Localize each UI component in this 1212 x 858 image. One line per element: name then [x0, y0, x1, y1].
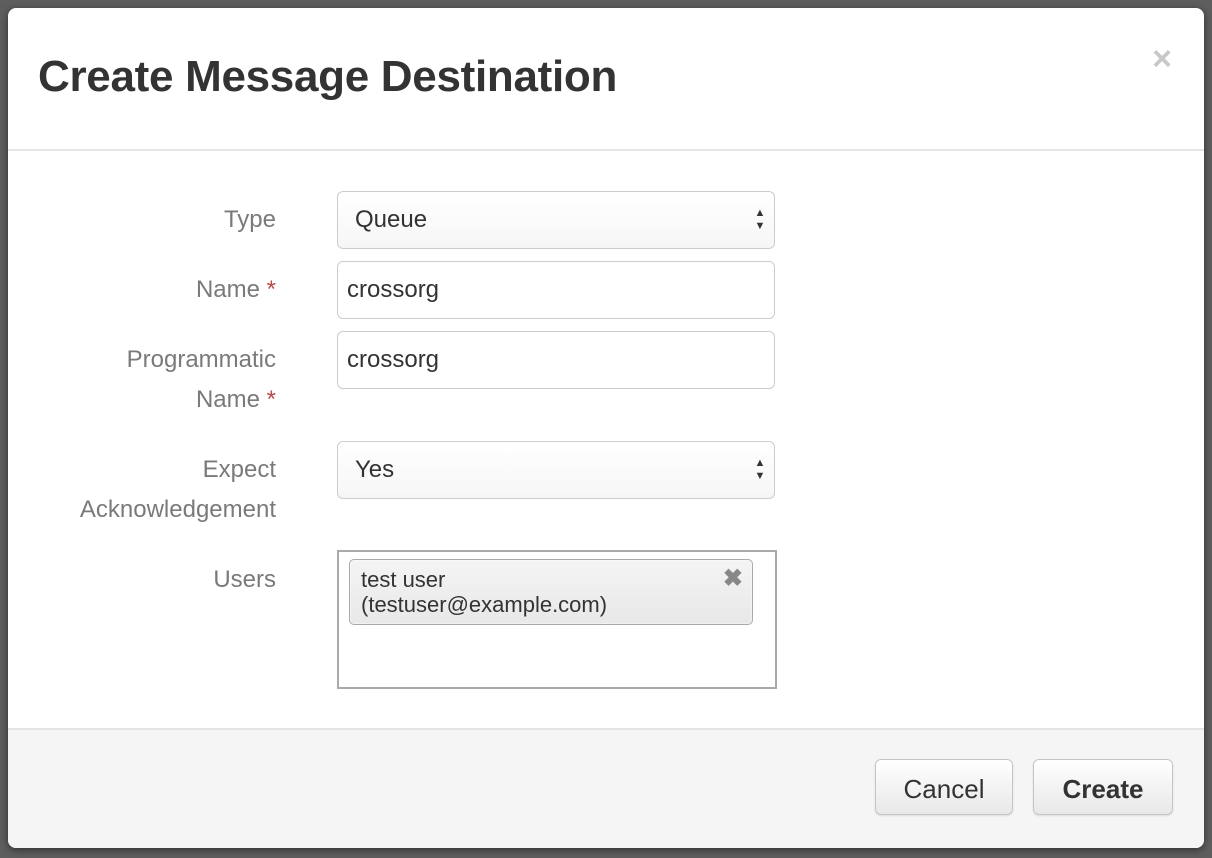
type-label: Type	[223, 206, 276, 233]
programmatic-name-label-line1: Programmatic	[126, 346, 276, 373]
cancel-button[interactable]: Cancel	[875, 759, 1013, 815]
required-mark: *	[266, 276, 276, 303]
expect-acknowledgement-label: Expect Acknowledgement	[8, 450, 276, 530]
type-select-value: Queue	[355, 206, 428, 233]
programmatic-name-label: Programmatic Name *	[16, 340, 276, 420]
up-down-arrows-icon: ▲ ▼	[754, 207, 766, 232]
user-name: test user	[361, 567, 446, 592]
user-tag: test user (testuser@example.com) ✖	[349, 559, 753, 625]
expect-ack-label-line2: Acknowledgement	[79, 496, 276, 523]
user-email: (testuser@example.com)	[361, 592, 608, 617]
modal-header: Create Message Destination ×	[8, 8, 1204, 151]
modal-title: Create Message Destination	[38, 52, 618, 101]
expect-ack-label-line1: Expect	[202, 456, 276, 483]
name-input-value: crossorg	[347, 276, 440, 303]
programmatic-name-input-value: crossorg	[347, 346, 440, 373]
name-label-text: Name	[195, 276, 260, 303]
expect-ack-select-value: Yes	[355, 456, 395, 483]
modal-footer: Cancel Create	[8, 728, 1204, 848]
name-input[interactable]: crossorg	[337, 261, 775, 319]
programmatic-name-label-line2: Name	[195, 386, 260, 413]
user-tag-text: test user (testuser@example.com)	[361, 567, 607, 617]
users-label: Users	[213, 566, 276, 593]
required-mark: *	[266, 386, 276, 413]
expect-acknowledgement-select[interactable]: Yes ▲ ▼	[337, 441, 775, 499]
up-down-arrows-icon: ▲ ▼	[754, 457, 766, 482]
type-select[interactable]: Queue ▲ ▼	[337, 191, 775, 249]
create-button[interactable]: Create	[1033, 759, 1173, 815]
name-label: Name *	[16, 270, 276, 310]
close-icon[interactable]: ×	[1152, 42, 1172, 76]
users-multiselect[interactable]: test user (testuser@example.com) ✖	[337, 550, 777, 689]
remove-tag-icon[interactable]: ✖	[723, 564, 743, 593]
create-message-destination-modal: Create Message Destination × Type Queue …	[8, 8, 1204, 848]
programmatic-name-input[interactable]: crossorg	[337, 331, 775, 389]
